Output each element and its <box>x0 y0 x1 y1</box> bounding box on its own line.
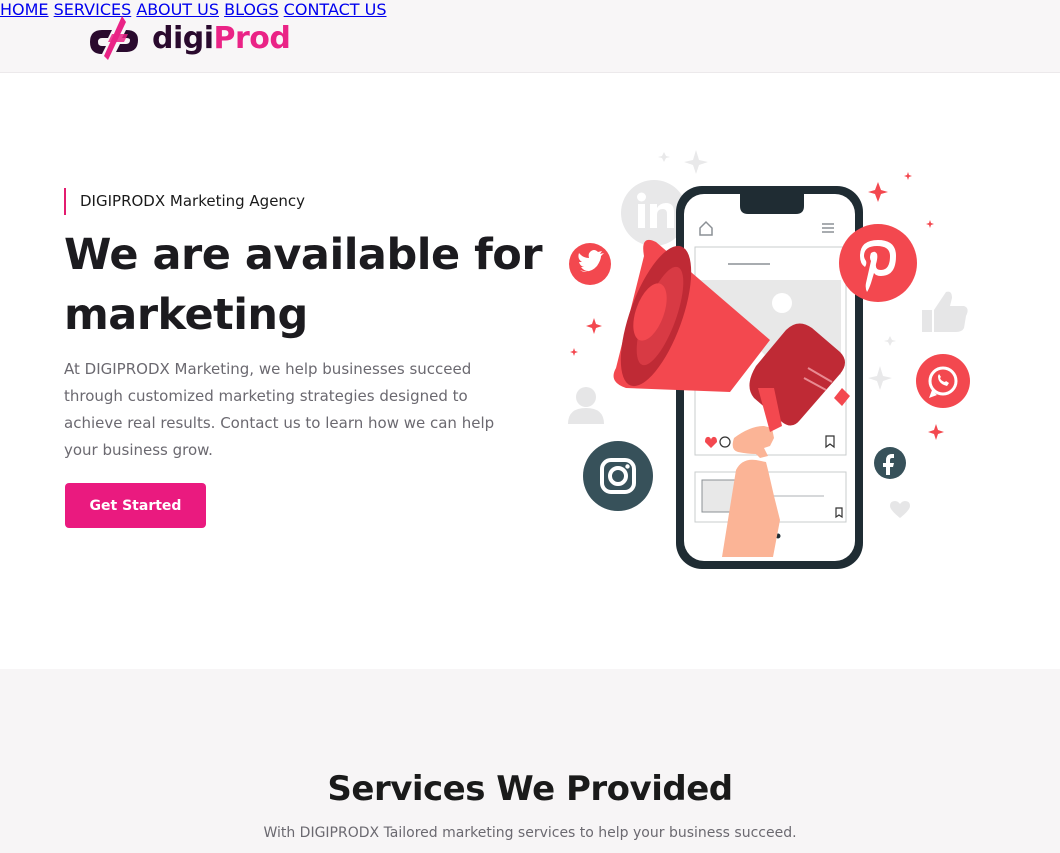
logo-icon <box>90 16 138 60</box>
whatsapp-icon <box>916 354 970 408</box>
services-section: Services We Provided With DIGIPRODX Tail… <box>0 669 1060 853</box>
services-subtitle: With DIGIPRODX Tailored marketing servic… <box>263 825 797 841</box>
nav-home[interactable]: HOME <box>0 0 49 19</box>
brand-name: digiProd <box>152 20 291 56</box>
twitter-icon <box>569 243 611 285</box>
hero-description: At DIGIPRODX Marketing, we help business… <box>64 360 495 459</box>
get-started-button[interactable]: Get Started <box>65 483 206 528</box>
heart-icon <box>890 501 910 518</box>
brand-logo[interactable]: digiProd <box>82 12 291 64</box>
services-title: Services We Provided <box>327 769 733 809</box>
hero-eyebrow: DIGIPRODX Marketing Agency <box>64 188 305 215</box>
user-icon <box>568 387 604 424</box>
pinterest-icon <box>839 224 917 302</box>
instagram-icon <box>583 441 653 511</box>
facebook-icon <box>874 447 906 479</box>
thumbs-up-icon <box>922 291 968 332</box>
nav-contact-us[interactable]: CONTACT US <box>284 0 387 19</box>
hero-title: We are available for marketing <box>64 230 543 340</box>
site-header: digiProd HOME SERVICES ABOUT US BLOGS CO… <box>0 0 1060 73</box>
marketing-illustration <box>568 150 970 569</box>
